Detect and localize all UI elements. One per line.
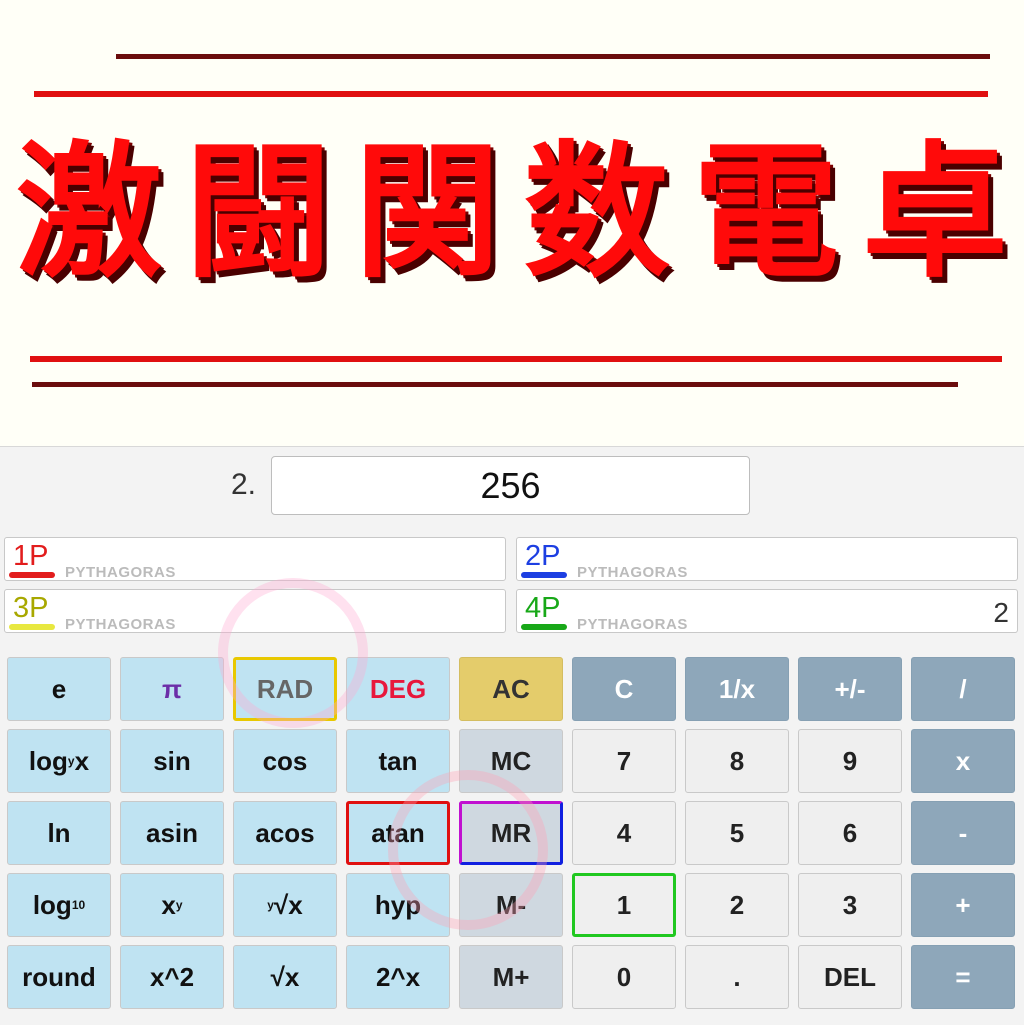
title-char: 電 xyxy=(692,128,839,298)
digit-6-button[interactable]: 6 xyxy=(798,801,902,865)
x-label: x xyxy=(161,889,176,920)
two-pow-x-button[interactable]: 2^x xyxy=(346,945,450,1009)
y-superscript: y xyxy=(175,898,183,912)
rad-button[interactable]: RAD xyxy=(233,657,337,721)
digit-3-button[interactable]: 3 xyxy=(798,873,902,937)
atan-button[interactable]: atan xyxy=(346,801,450,865)
step-counter: 2. xyxy=(230,468,256,501)
decor-line-3 xyxy=(30,356,1002,362)
result-display: 256 xyxy=(271,456,750,515)
player-score: 2 xyxy=(993,597,1009,628)
sin-button[interactable]: sin xyxy=(120,729,224,793)
keypad: e π RAD DEG AC C 1/x +/- / log y x sin cos… xyxy=(7,657,1015,1009)
player-color-bar xyxy=(521,624,567,630)
player-color-bar xyxy=(521,572,567,578)
player-name: PYTHAGORAS xyxy=(65,616,176,633)
memory-plus-button[interactable]: M+ xyxy=(459,945,563,1009)
digit-9-button[interactable]: 9 xyxy=(798,729,902,793)
digit-8-button[interactable]: 8 xyxy=(685,729,789,793)
equals-button[interactable]: = xyxy=(911,945,1015,1009)
minus-button[interactable]: - xyxy=(911,801,1015,865)
digit-0-button[interactable]: 0 xyxy=(572,945,676,1009)
log-label: log xyxy=(28,745,68,776)
decor-line-1 xyxy=(116,54,990,59)
player-name: PYTHAGORAS xyxy=(65,564,176,581)
negate-button[interactable]: +/- xyxy=(798,657,902,721)
player-tag: 2P xyxy=(525,540,561,572)
player-name: PYTHAGORAS xyxy=(577,564,688,581)
title-char: 関 xyxy=(354,128,501,298)
sqrt-button[interactable]: √x xyxy=(233,945,337,1009)
decimal-button[interactable]: . xyxy=(685,945,789,1009)
pi-button[interactable]: π xyxy=(120,657,224,721)
asin-button[interactable]: asin xyxy=(120,801,224,865)
ln-button[interactable]: ln xyxy=(7,801,111,865)
player-color-bar xyxy=(9,572,55,578)
log-base-y-button[interactable]: log y x xyxy=(7,729,111,793)
digit-1-button[interactable]: 1 xyxy=(572,873,676,937)
log10-button[interactable]: log 10 xyxy=(7,873,111,937)
player-tag: 1P xyxy=(13,540,49,572)
title-char: 激 xyxy=(16,128,162,298)
delete-button[interactable]: DEL xyxy=(798,945,902,1009)
x-pow-y-button[interactable]: xy xyxy=(120,873,224,937)
digit-5-button[interactable]: 5 xyxy=(685,801,789,865)
player-tag: 3P xyxy=(13,592,49,624)
player-1-panel: 1P PYTHAGORAS xyxy=(4,537,506,581)
round-button[interactable]: round xyxy=(7,945,111,1009)
title-char: 卓 xyxy=(861,128,1008,298)
cos-button[interactable]: cos xyxy=(233,729,337,793)
e-button[interactable]: e xyxy=(7,657,111,721)
app-title: 激 闘 関 数 電 卓 xyxy=(10,128,1014,298)
memory-clear-button[interactable]: MC xyxy=(459,729,563,793)
decor-line-4 xyxy=(32,382,958,387)
player-4-panel: 4P PYTHAGORAS 2 xyxy=(516,589,1018,633)
memory-minus-button[interactable]: M- xyxy=(459,873,563,937)
x-squared-button[interactable]: x^2 xyxy=(120,945,224,1009)
log-tail: x xyxy=(74,745,90,776)
acos-button[interactable]: acos xyxy=(233,801,337,865)
multiply-button[interactable]: x xyxy=(911,729,1015,793)
title-char: 数 xyxy=(523,128,670,298)
player-color-bar xyxy=(9,624,55,630)
digit-2-button[interactable]: 2 xyxy=(685,873,789,937)
y-superscript: y xyxy=(267,898,274,912)
y-root-button[interactable]: y √x xyxy=(233,873,337,937)
divide-button[interactable]: / xyxy=(911,657,1015,721)
log-subscript: 10 xyxy=(71,898,86,912)
reciprocal-button[interactable]: 1/x xyxy=(685,657,789,721)
hyp-button[interactable]: hyp xyxy=(346,873,450,937)
player-name: PYTHAGORAS xyxy=(577,616,688,633)
player-3-panel: 3P PYTHAGORAS xyxy=(4,589,506,633)
deg-button[interactable]: DEG xyxy=(346,657,450,721)
digit-7-button[interactable]: 7 xyxy=(572,729,676,793)
log-label: log xyxy=(32,889,72,920)
title-char: 闘 xyxy=(185,128,332,298)
all-clear-button[interactable]: AC xyxy=(459,657,563,721)
tan-button[interactable]: tan xyxy=(346,729,450,793)
player-2-panel: 2P PYTHAGORAS xyxy=(516,537,1018,581)
log-subscript: y xyxy=(67,754,75,768)
plus-button[interactable]: + xyxy=(911,873,1015,937)
digit-4-button[interactable]: 4 xyxy=(572,801,676,865)
root-label: √x xyxy=(273,889,303,920)
clear-button[interactable]: C xyxy=(572,657,676,721)
player-tag: 4P xyxy=(525,592,561,624)
decor-line-2 xyxy=(34,91,988,97)
memory-recall-button[interactable]: MR xyxy=(459,801,563,865)
